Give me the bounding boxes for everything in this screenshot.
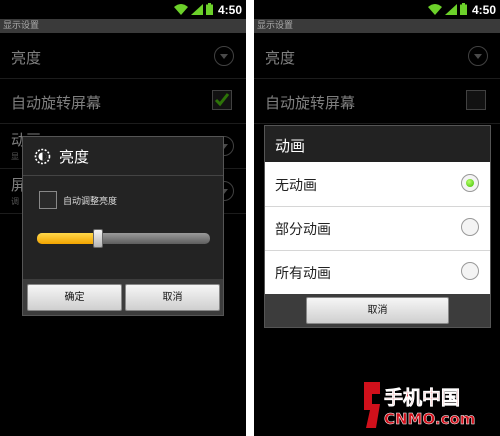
radio-button[interactable] <box>461 262 479 280</box>
dialog-header: 亮度 <box>23 137 223 176</box>
svg-text:手机中国: 手机中国 <box>384 386 460 409</box>
option-no-animation[interactable]: 无动画 <box>265 162 490 207</box>
cancel-button[interactable]: 取消 <box>125 284 220 311</box>
radio-button[interactable] <box>461 174 479 192</box>
battery-icon <box>205 0 213 19</box>
option-label: 部分动画 <box>275 222 331 238</box>
option-label: 无动画 <box>275 178 317 194</box>
cnmo-watermark-logo: 手机中国 CNMO.com <box>362 380 490 432</box>
brightness-dialog: 亮度 自动调整亮度 确定 取消 <box>22 136 224 316</box>
ok-button[interactable]: 确定 <box>27 284 122 311</box>
right-screen: 4:50 显示设置 亮度 自动旋转屏幕 动画 无动画 部分动画 所有动画 取消 <box>254 0 500 436</box>
brightness-slider[interactable] <box>37 233 210 244</box>
dialog-title: 动画 <box>275 137 306 155</box>
wifi-icon <box>173 0 188 19</box>
slider-thumb[interactable] <box>93 229 103 248</box>
cnmo-logo-icon: 手机中国 CNMO.com <box>364 382 476 428</box>
option-all-animation[interactable]: 所有动画 <box>265 250 490 294</box>
status-bar: 4:50 <box>254 0 500 19</box>
status-bar: 4:50 <box>0 0 246 19</box>
animation-dialog: 动画 无动画 部分动画 所有动画 取消 <box>264 125 491 328</box>
dialog-button-bar: 取消 <box>265 294 490 327</box>
brightness-icon <box>34 148 51 169</box>
dialog-header: 动画 <box>265 126 490 162</box>
auto-brightness-checkbox[interactable] <box>39 191 57 209</box>
dialog-button-bar: 确定 取消 <box>23 279 223 315</box>
cancel-button[interactable]: 取消 <box>306 297 449 324</box>
option-label: 所有动画 <box>275 266 331 282</box>
option-some-animation[interactable]: 部分动画 <box>265 206 490 251</box>
auto-brightness-label: 自动调整亮度 <box>63 197 118 207</box>
signal-icon <box>444 0 457 19</box>
clock: 4:50 <box>471 2 496 17</box>
animation-options: 无动画 部分动画 所有动画 <box>265 162 490 294</box>
screen-title: 显示设置 <box>0 19 246 33</box>
svg-text:CNMO.com: CNMO.com <box>384 410 475 428</box>
slider-fill <box>37 233 98 244</box>
left-screen: 4:50 显示设置 亮度 自动旋转屏幕 动画 显 屏幕超时 调 <box>0 0 246 436</box>
screen-title: 显示设置 <box>254 19 500 33</box>
signal-icon <box>190 0 203 19</box>
wifi-icon <box>427 0 442 19</box>
battery-icon <box>459 0 467 19</box>
radio-button[interactable] <box>461 218 479 236</box>
dialog-title: 亮度 <box>59 148 90 166</box>
clock: 4:50 <box>217 2 242 17</box>
